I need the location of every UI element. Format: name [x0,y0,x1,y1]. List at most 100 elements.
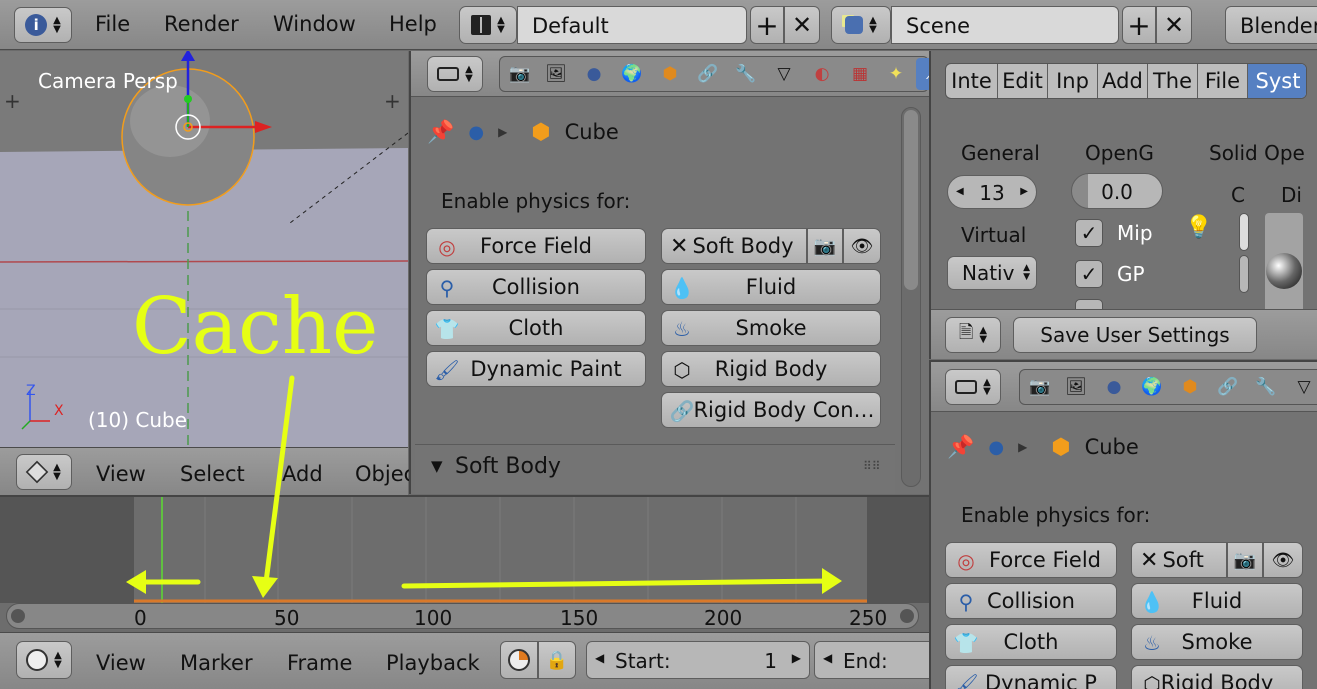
soft-body-button[interactable]: ✕ Soft Body [661,228,807,264]
scene-tab-icon[interactable]: ● [578,58,610,90]
smoke-button-2[interactable]: ♨ Smoke [1131,624,1303,660]
physics-tab-icon[interactable]: ⟋ [916,58,929,90]
screen-layout-selector[interactable]: ▲ ▼ [459,6,517,44]
data-tab-icon[interactable]: ▽ [768,58,800,90]
fluid-button-2[interactable]: 💧 Fluid [1131,583,1303,619]
tab-system[interactable]: Syst [1248,64,1306,98]
frame-range-toggle[interactable] [500,641,538,679]
editor-type-button[interactable]: ▲ ▼ [16,454,72,490]
dynamic-paint-button-2[interactable]: 🖌 Dynamic P [945,665,1117,689]
render-engine-selector[interactable]: Blender [1225,6,1317,44]
force-field-button[interactable]: ◎ Force Field [426,228,646,264]
chevron-right-icon[interactable]: ▶ [792,651,801,665]
plus-icon[interactable]: + [4,89,21,113]
chevron-left-icon[interactable]: ◀ [956,186,964,197]
menu-help[interactable]: Help [389,12,437,36]
timeline-editor[interactable]: 0 50 100 150 200 250 [0,495,929,630]
save-user-settings-button[interactable]: Save User Settings [1013,317,1257,353]
rigid-body-button[interactable]: ⬡ Rigid Body [661,351,881,387]
properties-editor-type-button-2[interactable]: ▲ ▼ [945,369,1001,405]
opengl-value-field[interactable]: 0.0 [1071,173,1163,209]
plus-icon[interactable]: + [384,89,401,113]
chevron-right-icon[interactable]: ▶ [1020,186,1028,197]
end-frame-field[interactable]: ◀ End: [814,641,934,679]
remove-screen-button[interactable]: ✕ [784,6,820,44]
light-direction-preview[interactable] [1265,213,1303,313]
constraints-tab-icon[interactable]: 🔗 [692,58,724,90]
modifiers-tab-icon[interactable]: 🔧 [730,58,762,90]
pin-icon[interactable]: 📌 [947,435,974,460]
rigid-body-constraint-button[interactable]: 🔗 Rigid Body Con… [661,392,881,428]
object-tab-icon[interactable]: ⬢ [1174,371,1206,403]
tab-themes[interactable]: The [1148,64,1198,98]
add-screen-button[interactable]: + [750,6,784,44]
scroll-handle-icon[interactable] [11,609,25,623]
tab-interface[interactable]: Inte [946,64,998,98]
collision-button[interactable]: ⚲ Collision [426,269,646,305]
preferences-editor-type-button[interactable]: 🗎 ▲ ▼ [945,317,1001,353]
timeline-editor-type-button[interactable]: ▲ ▼ [16,641,72,679]
drag-handle-icon[interactable]: ⠿⠿ [863,459,881,473]
chevron-left-icon[interactable]: ◀ [823,651,832,665]
tab-editing[interactable]: Edit [998,64,1048,98]
soft-body-view-toggle-2[interactable]: 👁 [1263,542,1303,578]
soft-body-button-2[interactable]: ✕ Soft [1131,542,1227,578]
pin-icon[interactable]: 📌 [427,120,454,145]
viewport-3d[interactable]: Camera Persp Z X (10) Cube + + [0,51,408,447]
cloth-button-2[interactable]: 👕 Cloth [945,624,1117,660]
world-tab-icon[interactable]: 🌍 [616,58,648,90]
soft-body-render-toggle-2[interactable]: 📷 [1227,542,1263,578]
fluid-button[interactable]: 💧 Fluid [661,269,881,305]
chevron-left-icon[interactable]: ◀ [595,651,604,665]
timeline-menu-marker[interactable]: Marker [180,651,253,675]
timeline-menu-frame[interactable]: Frame [287,651,352,675]
gp-checkbox[interactable]: ✓ GP [1075,260,1145,288]
scroll-handle-icon[interactable] [900,609,914,623]
viewport-menu-object[interactable]: Objec [355,462,415,486]
render-layers-tab-icon[interactable]: 🖼 [540,58,572,90]
add-scene-button[interactable]: + [1122,6,1156,44]
timeline-menu-playback[interactable]: Playback [386,651,480,675]
menu-render[interactable]: Render [164,12,239,36]
lightbulb-icon[interactable]: 💡 [1185,215,1212,240]
collision-button-2[interactable]: ⚲ Collision [945,583,1117,619]
start-frame-field[interactable]: ◀ Start: 1 ▶ [586,641,810,679]
general-number-field[interactable]: ◀ 13 ▶ [947,175,1037,209]
viewport-menu-add[interactable]: Add [282,462,323,486]
rigid-body-button-2[interactable]: ⬡ Rigid Body [1131,665,1303,689]
render-tab-icon[interactable]: 📷 [1024,371,1056,403]
lock-toggle[interactable]: 🔒 [538,641,576,679]
screen-layout-name[interactable]: Default [517,6,747,44]
render-layers-tab-icon[interactable]: 🖼 [1060,371,1092,403]
viewport-menu-view[interactable]: View [96,462,146,486]
scene-name[interactable]: Scene [891,6,1119,44]
material-tab-icon[interactable]: ◐ [806,58,838,90]
tab-file[interactable]: File [1198,64,1248,98]
menu-window[interactable]: Window [273,12,356,36]
dynamic-paint-button[interactable]: 🖌 Dynamic Paint [426,351,646,387]
timeline-menu-view[interactable]: View [96,651,146,675]
remove-scene-button[interactable]: ✕ [1156,6,1192,44]
close-icon[interactable]: ✕ [670,234,688,259]
smoke-button[interactable]: ♨ Smoke [661,310,881,346]
properties-scrollbar[interactable] [901,107,921,487]
cloth-button[interactable]: 👕 Cloth [426,310,646,346]
force-field-button-2[interactable]: ◎ Force Field [945,542,1117,578]
texture-tab-icon[interactable]: ▦ [844,58,876,90]
world-tab-icon[interactable]: 🌍 [1136,371,1168,403]
particles-tab-icon[interactable]: ✦ [880,58,912,90]
light-slider[interactable] [1239,213,1249,251]
object-tab-icon[interactable]: ⬢ [654,58,686,90]
data-tab-icon[interactable]: ▽ [1288,371,1317,403]
scene-selector[interactable]: ▲ ▼ [831,6,891,44]
mip-checkbox[interactable]: ✓ Mip [1075,219,1153,247]
close-icon[interactable]: ✕ [1140,548,1158,573]
soft-body-render-toggle[interactable]: 📷 [807,228,843,264]
tab-addons[interactable]: Add [1098,64,1148,98]
info-editor-button[interactable]: i ▲ ▼ [14,7,72,43]
viewport-menu-select[interactable]: Select [180,462,245,486]
constraints-tab-icon[interactable]: 🔗 [1212,371,1244,403]
soft-body-panel-header[interactable]: ▼ Soft Body ⠿⠿ [415,444,895,494]
light-slider[interactable] [1239,255,1249,293]
modifiers-tab-icon[interactable]: 🔧 [1250,371,1282,403]
